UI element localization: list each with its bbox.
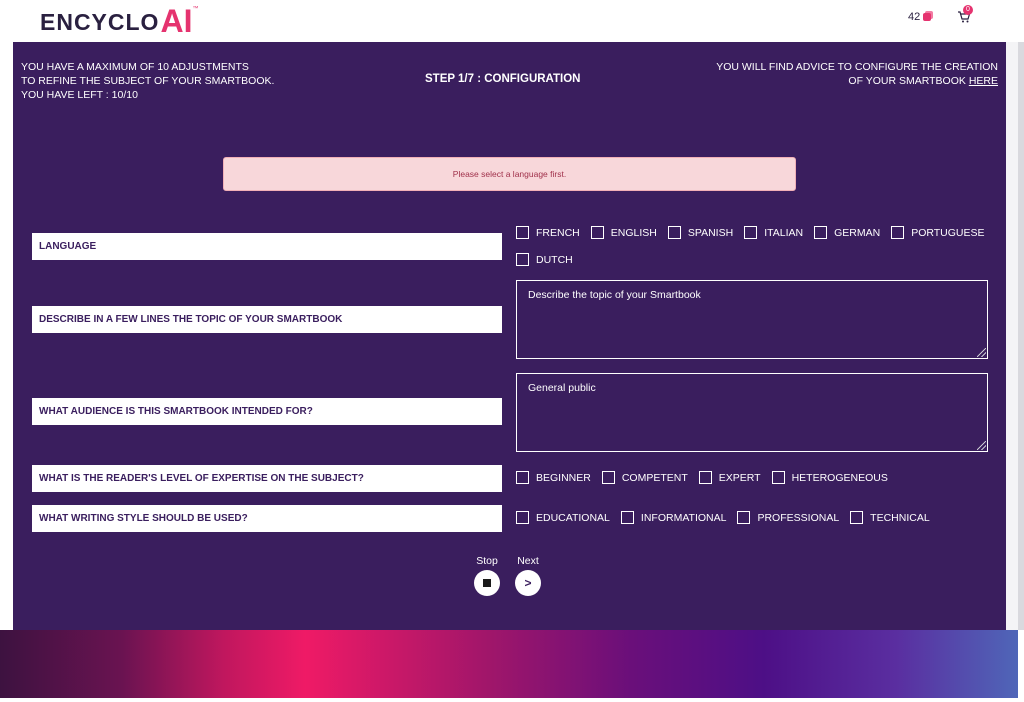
checkbox[interactable] [516, 471, 529, 484]
option-label: FRENCH [536, 226, 580, 239]
option-label: EXPERT [718, 471, 761, 484]
step-title: STEP 1/7 : CONFIGURATION [425, 73, 581, 85]
style-option-professional[interactable]: PROFESSIONAL [737, 509, 839, 526]
logo-ai: AI [160, 3, 193, 39]
advice-info: YOU WILL FIND ADVICE TO CONFIGURE THE CR… [716, 60, 998, 88]
coins-icon [923, 13, 932, 21]
language-option-english[interactable]: ENGLISH [590, 224, 657, 241]
audience-value: General public [528, 382, 596, 394]
topic-textarea[interactable]: Describe the topic of your Smartbook [516, 280, 988, 359]
option-label: COMPETENT [621, 471, 688, 484]
cart-count-badge: 0 [963, 5, 973, 15]
language-option-portuguese[interactable]: PORTUGUESE [891, 224, 985, 241]
option-label: PORTUGUESE [911, 226, 985, 239]
footer-bottom-strip [0, 698, 1024, 702]
option-label: DUTCH [536, 253, 573, 266]
option-label: SPANISH [687, 226, 734, 239]
language-alert: Please select a language first. [223, 157, 796, 191]
next-button[interactable]: > [515, 570, 541, 596]
advice-line-2-text: OF YOUR SMARTBOOK [848, 75, 969, 87]
expertise-option-expert[interactable]: EXPERT [698, 469, 761, 486]
checkbox[interactable] [516, 226, 529, 239]
checkbox[interactable] [891, 226, 905, 239]
logo-text: ENCYCLO [40, 9, 160, 35]
style-label: WHAT WRITING STYLE SHOULD BE USED? [32, 505, 502, 532]
language-option-german[interactable]: GERMAN [814, 224, 880, 241]
option-label: INFORMATIONAL [640, 511, 727, 524]
checkbox[interactable] [667, 226, 681, 239]
option-label: EDUCATIONAL [536, 511, 610, 524]
checkbox[interactable] [744, 226, 758, 239]
chevron-right-icon: > [524, 576, 532, 590]
stop-icon [483, 578, 491, 587]
adjustments-remaining: YOU HAVE LEFT : 10/10 [21, 89, 138, 101]
audience-label: WHAT AUDIENCE IS THIS SMARTBOOK INTENDED… [32, 398, 502, 425]
option-label: GERMAN [834, 226, 881, 239]
adjustments-info: YOU HAVE A MAXIMUM OF 10 ADJUSTMENTS TO … [21, 60, 274, 102]
scrollbar-track[interactable] [1018, 42, 1024, 630]
top-bar: ENCYCLO AI ™ 42 0 [0, 0, 1024, 42]
footer-gradient-banner [0, 630, 1018, 698]
credits-count: 42 [908, 11, 921, 23]
style-option-informational[interactable]: INFORMATIONAL [620, 509, 727, 526]
advice-here-link[interactable]: HERE [969, 75, 998, 87]
checkbox[interactable] [516, 253, 529, 266]
style-option-technical[interactable]: TECHNICAL [850, 509, 930, 526]
resize-grip-icon[interactable] [977, 348, 986, 357]
advice-line-2: OF YOUR SMARTBOOK HERE [716, 74, 998, 88]
checkbox[interactable] [850, 511, 864, 524]
expertise-option-heterogeneous[interactable]: HETEROGENEOUS [771, 469, 888, 486]
style-option-educational[interactable]: EDUCATIONAL [516, 509, 610, 526]
option-label: BEGINNER [536, 471, 591, 484]
option-label: HETEROGENEOUS [791, 471, 888, 484]
expertise-label: WHAT IS THE READER'S LEVEL OF EXPERTISE … [32, 465, 502, 492]
resize-grip-icon[interactable] [977, 441, 986, 450]
stop-button[interactable] [474, 570, 500, 596]
language-option-italian[interactable]: ITALIAN [744, 224, 803, 241]
checkbox[interactable] [620, 511, 634, 524]
expertise-option-competent[interactable]: COMPETENT [601, 469, 688, 486]
language-options: FRENCH ENGLISH SPANISH ITALIAN GERMAN PO… [516, 224, 996, 268]
audience-textarea[interactable]: General public [516, 373, 988, 452]
checkbox[interactable] [590, 226, 604, 239]
stop-label: Stop [476, 555, 498, 567]
style-options: EDUCATIONAL INFORMATIONAL PROFESSIONAL T… [516, 509, 996, 526]
next-control: Next > [515, 555, 541, 596]
option-label: ITALIAN [764, 226, 804, 239]
logo[interactable]: ENCYCLO AI ™ [40, 2, 198, 38]
next-label: Next [517, 555, 539, 567]
checkbox[interactable] [601, 471, 615, 484]
stop-control: Stop [474, 555, 500, 596]
adjustments-line-2: TO REFINE THE SUBJECT OF YOUR SMARTBOOK. [21, 75, 275, 87]
page-edge [1006, 42, 1018, 630]
language-option-spanish[interactable]: SPANISH [667, 224, 734, 241]
language-option-french[interactable]: FRENCH [516, 224, 580, 241]
expertise-options: BEGINNER COMPETENT EXPERT HETEROGENEOUS [516, 469, 996, 486]
language-label: LANGUAGE [32, 233, 502, 260]
credits-counter[interactable]: 42 [908, 11, 932, 23]
checkbox[interactable] [814, 226, 828, 239]
advice-line-1: YOU WILL FIND ADVICE TO CONFIGURE THE CR… [716, 61, 998, 73]
checkbox[interactable] [771, 471, 785, 484]
topic-label: DESCRIBE IN A FEW LINES THE TOPIC OF YOU… [32, 306, 502, 333]
adjustments-line-1: YOU HAVE A MAXIMUM OF 10 ADJUSTMENTS [21, 61, 249, 73]
language-option-dutch[interactable]: DUTCH [516, 251, 573, 268]
checkbox[interactable] [516, 511, 529, 524]
option-label: PROFESSIONAL [757, 511, 840, 524]
expertise-option-beginner[interactable]: BEGINNER [516, 469, 591, 486]
logo-trademark: ™ [192, 6, 199, 12]
option-label: TECHNICAL [870, 511, 930, 524]
option-label: ENGLISH [610, 226, 657, 239]
checkbox[interactable] [698, 471, 712, 484]
topic-placeholder: Describe the topic of your Smartbook [528, 289, 701, 301]
checkbox[interactable] [737, 511, 751, 524]
configuration-panel: YOU HAVE A MAXIMUM OF 10 ADJUSTMENTS TO … [13, 42, 1006, 630]
